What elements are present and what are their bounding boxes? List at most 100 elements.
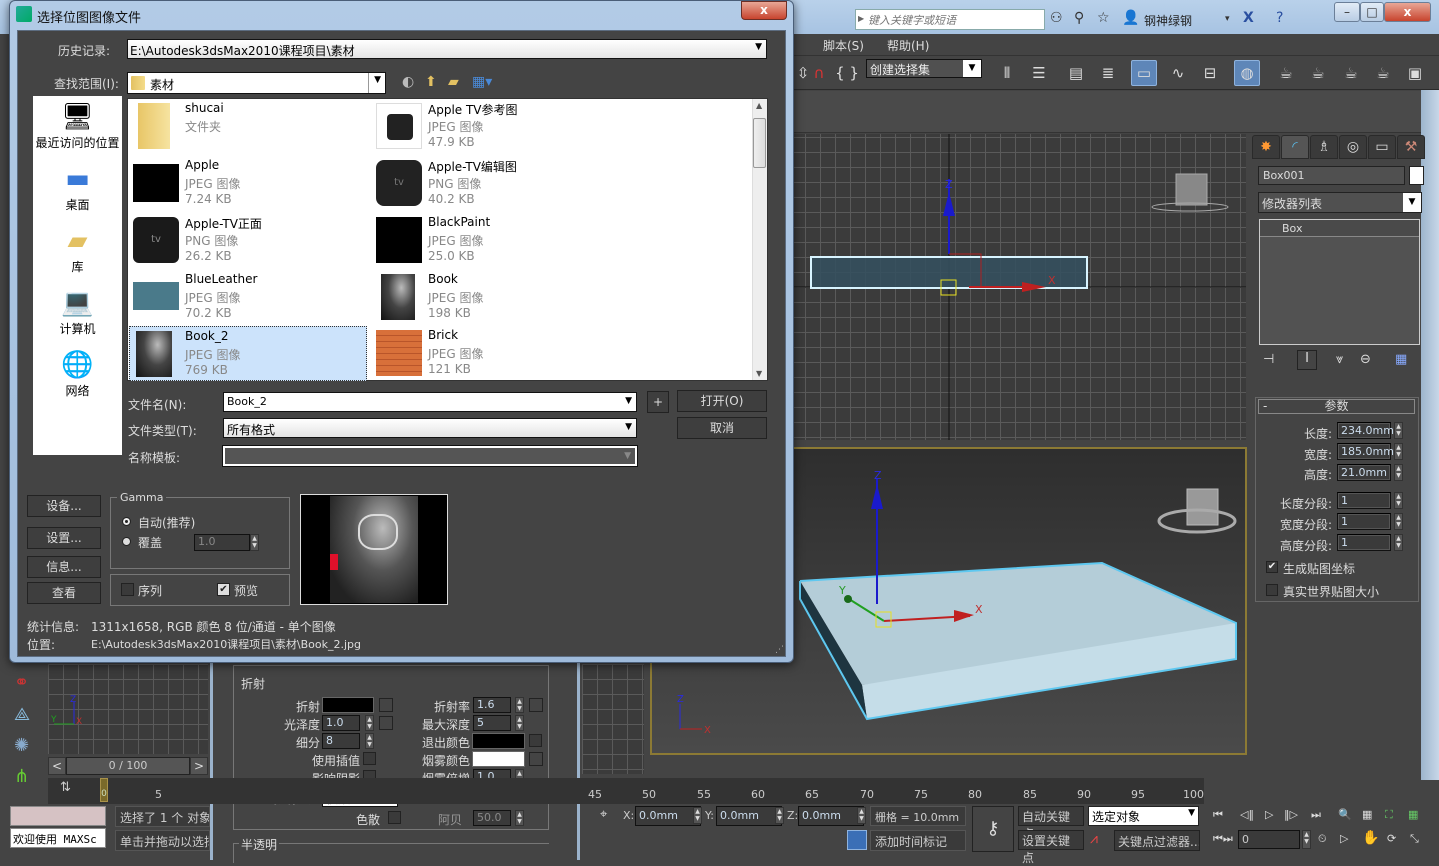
lookin-dropdown[interactable]: 素材 ▼: [127, 72, 386, 94]
help-icon[interactable]: ?: [1276, 10, 1283, 26]
abbe-spinner[interactable]: ▲ ▼: [515, 810, 524, 826]
environment-icon[interactable]: ▣: [1402, 60, 1428, 86]
rendered-frame-icon[interactable]: ☕: [1305, 60, 1331, 86]
exchange-icon[interactable]: X: [1243, 10, 1254, 26]
info-button[interactable]: 信息...: [27, 556, 101, 578]
structure-icon[interactable]: ⟁: [14, 704, 30, 725]
height-spinner[interactable]: ▲ ▼: [1394, 464, 1403, 481]
zoom-extents-all-icon[interactable]: ▦: [1408, 808, 1418, 821]
dialog-close-button[interactable]: x: [741, 1, 787, 20]
view-menu-icon[interactable]: ▦▾: [472, 74, 492, 90]
place-network[interactable]: 🌐 网络: [33, 348, 122, 399]
refract-color-swatch[interactable]: [322, 697, 374, 713]
x-coord-input[interactable]: 0.0mm: [635, 806, 701, 826]
width-spinner[interactable]: ▲ ▼: [1394, 443, 1403, 460]
binoculars-icon[interactable]: ⚇: [1050, 10, 1063, 26]
height-segs-spinner[interactable]: ▲ ▼: [1394, 534, 1403, 551]
zoom-icon[interactable]: 🔍: [1338, 808, 1352, 821]
schematic-view-icon[interactable]: ⊟: [1197, 60, 1223, 86]
render-production-icon[interactable]: ☕: [1370, 60, 1396, 86]
add-time-tag[interactable]: 添加时间标记: [870, 830, 966, 851]
gamma-override-input[interactable]: 1.0: [194, 534, 250, 551]
width-segs-input[interactable]: 1: [1337, 513, 1391, 530]
close-button[interactable]: x: [1384, 2, 1431, 22]
gen-mapping-checkbox[interactable]: ✔: [1266, 561, 1278, 573]
object-name-field[interactable]: Box001: [1258, 166, 1405, 185]
ior-spinner[interactable]: ▲ ▼: [515, 697, 524, 713]
time-prev-button[interactable]: <: [48, 757, 66, 775]
pin-stack-icon[interactable]: ⊣: [1263, 352, 1274, 367]
place-library[interactable]: ▰ 库: [33, 224, 122, 275]
key-filters-button[interactable]: 关键点过滤器...: [1114, 830, 1200, 851]
exit-color-swatch[interactable]: [472, 733, 525, 749]
zoom-all-icon[interactable]: ▦: [1362, 808, 1372, 821]
device-button[interactable]: 设备...: [27, 495, 101, 517]
scrollbar-thumb[interactable]: [753, 118, 766, 168]
z-coord-input[interactable]: 0.0mm: [798, 806, 864, 826]
menu-script[interactable]: 脚本(S): [823, 37, 864, 54]
scroll-up-icon[interactable]: ▲: [756, 101, 762, 110]
ior-map-button[interactable]: [529, 698, 543, 712]
x-coord-spinner[interactable]: ▲ ▼: [693, 807, 702, 824]
gloss-map-button[interactable]: [379, 716, 393, 730]
track-marker[interactable]: 0: [100, 778, 108, 802]
file-item[interactable]: Brick JPEG 图像 121 KB: [373, 326, 611, 381]
file-item[interactable]: tv Apple-TV编辑图 PNG 图像 40.2 KB: [373, 156, 611, 211]
current-frame-input[interactable]: 0: [1238, 830, 1300, 849]
scene-explorer-icon[interactable]: ▭: [1131, 60, 1157, 86]
length-input[interactable]: 234.0mm: [1337, 422, 1394, 439]
auto-key-button[interactable]: 自动关键点: [1018, 806, 1084, 841]
dispersion-checkbox[interactable]: [388, 811, 401, 824]
length-spinner[interactable]: ▲ ▼: [1394, 422, 1403, 439]
gamma-override-radio[interactable]: [122, 537, 131, 546]
parameters-header[interactable]: - 参数: [1258, 399, 1415, 414]
configure-sets-icon[interactable]: ▦: [1395, 352, 1407, 367]
file-item[interactable]: shucai 文件夹: [130, 99, 368, 154]
fog-color-swatch[interactable]: [472, 751, 525, 767]
render-setup-icon[interactable]: ☕: [1273, 60, 1299, 86]
maximize-viewport-icon[interactable]: ⤡: [1410, 832, 1419, 846]
abbe-input[interactable]: 50.0: [473, 810, 511, 826]
gamma-auto-radio[interactable]: [122, 517, 131, 526]
maxscript-listener-output[interactable]: [10, 806, 106, 826]
fov-icon[interactable]: ▷: [1340, 832, 1348, 845]
height-input[interactable]: 21.0mm: [1337, 464, 1391, 481]
subdiv-input[interactable]: 8: [322, 733, 360, 749]
key-mode-dropdown[interactable]: 选定对象 ▼: [1088, 806, 1199, 826]
time-tag-icon[interactable]: [847, 830, 867, 850]
edit-named-sel-icon[interactable]: { }: [834, 60, 860, 86]
user-name[interactable]: 钢神绿钢: [1144, 12, 1192, 29]
pan-icon[interactable]: ✋: [1362, 830, 1379, 846]
curve-editor-icon[interactable]: ∿: [1165, 60, 1191, 86]
key-icon[interactable]: ⚷: [972, 806, 1014, 852]
max-depth-input[interactable]: 5: [473, 715, 511, 731]
stack-item-box[interactable]: Box: [1260, 220, 1419, 237]
file-item[interactable]: BlueLeather JPEG 图像 70.2 KB: [130, 270, 368, 325]
file-item[interactable]: Apple JPEG 图像 7.24 KB: [130, 156, 368, 211]
user-icon[interactable]: 👤: [1122, 10, 1139, 26]
max-depth-spinner[interactable]: ▲ ▼: [515, 715, 524, 731]
new-folder-icon[interactable]: ▰: [448, 74, 459, 90]
time-slider[interactable]: 0 / 100: [66, 757, 190, 775]
place-computer[interactable]: 💻 计算机: [33, 286, 122, 337]
geosphere-icon[interactable]: ✺: [14, 735, 29, 756]
refract-map-button[interactable]: [379, 698, 393, 712]
file-item[interactable]: tv Apple-TV正面 PNG 图像 26.2 KB: [130, 213, 368, 268]
selection-set-dropdown[interactable]: 创建选择集 ▼: [866, 59, 982, 78]
gloss-input[interactable]: 1.0: [322, 715, 360, 731]
maxscript-listener-input[interactable]: 欢迎使用 MAXSc: [10, 828, 106, 848]
history-dropdown[interactable]: E:\Autodesk3dsMax2010课程项目\素材 ▼: [127, 39, 767, 59]
key-mode-toggle-icon[interactable]: ⏮⏭: [1213, 832, 1233, 846]
frame-spinner[interactable]: ▲ ▼: [1302, 830, 1311, 849]
length-segs-input[interactable]: 1: [1337, 492, 1391, 509]
place-desktop[interactable]: ▬ 桌面: [33, 162, 122, 213]
viewport-top[interactable]: Z Y X: [48, 664, 208, 754]
gloss-spinner[interactable]: ▲ ▼: [365, 715, 374, 731]
mini-curve-editor-icon[interactable]: ⇅: [60, 780, 71, 795]
height-segs-input[interactable]: 1: [1337, 534, 1391, 551]
width-input[interactable]: 185.0mm: [1337, 443, 1394, 460]
plus-button[interactable]: +: [647, 391, 669, 413]
show-end-result-icon[interactable]: I: [1297, 350, 1317, 370]
object-color-swatch[interactable]: [1409, 166, 1424, 185]
set-key-button[interactable]: 设置关键点: [1018, 830, 1084, 865]
